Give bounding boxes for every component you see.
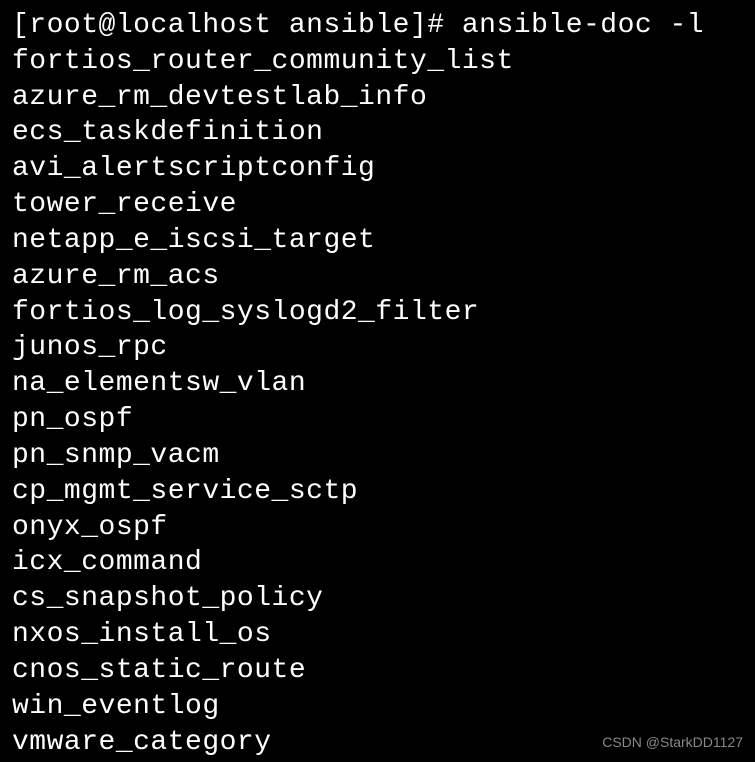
module-line: azure_rm_devtestlab_info xyxy=(12,80,743,116)
watermark: CSDN @StarkDD1127 xyxy=(602,734,743,752)
module-line: onyx_ospf xyxy=(12,510,743,546)
module-line: tower_receive xyxy=(12,187,743,223)
module-line: nxos_install_os xyxy=(12,617,743,653)
module-line: cs_snapshot_policy xyxy=(12,581,743,617)
module-line: avi_alertscriptconfig xyxy=(12,151,743,187)
module-line: azure_rm_acs xyxy=(12,259,743,295)
module-line: pn_ospf xyxy=(12,402,743,438)
module-line: cp_mgmt_service_sctp xyxy=(12,474,743,510)
module-line: netapp_e_iscsi_target xyxy=(12,223,743,259)
module-line: cnos_static_route xyxy=(12,653,743,689)
module-line: win_eventlog xyxy=(12,689,743,725)
module-line: ecs_taskdefinition xyxy=(12,115,743,151)
module-line: pn_snmp_vacm xyxy=(12,438,743,474)
module-line: na_elementsw_vlan xyxy=(12,366,743,402)
prompt-line[interactable]: [root@localhost ansible]# ansible-doc -l xyxy=(12,8,743,44)
module-line: fortios_log_syslogd2_filter xyxy=(12,295,743,331)
module-line: junos_rpc xyxy=(12,330,743,366)
module-line: icx_command xyxy=(12,545,743,581)
module-line: fortios_router_community_list xyxy=(12,44,743,80)
